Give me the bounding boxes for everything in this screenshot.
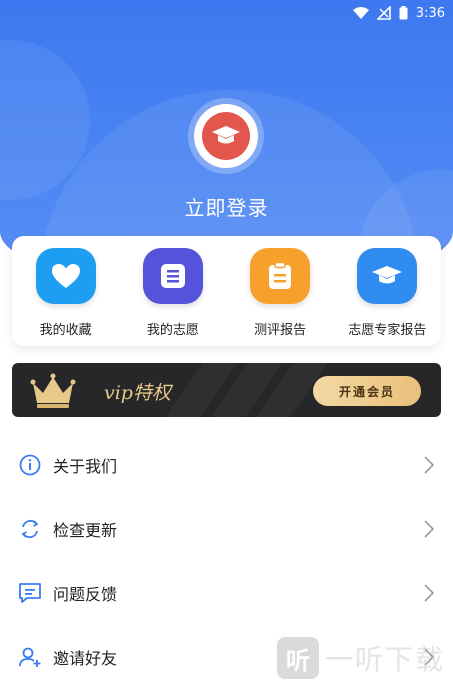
battery-icon xyxy=(399,6,408,20)
menu-item-label: 检查更新 xyxy=(53,521,118,540)
avatar[interactable] xyxy=(194,104,258,168)
chevron-right-icon xyxy=(424,584,435,602)
login-link[interactable]: 立即登录 xyxy=(0,192,453,221)
menu-item-about-us[interactable]: 关于我们 xyxy=(0,433,453,497)
refresh-icon xyxy=(18,517,42,541)
quick-action-label: 我的志愿 xyxy=(146,323,199,338)
graduation-cap-icon xyxy=(357,248,418,304)
quick-action-my-choices[interactable]: 我的志愿 xyxy=(123,248,223,338)
quick-action-expert-report[interactable]: 志愿专家报告 xyxy=(337,248,437,338)
watermark-logo: 听 xyxy=(276,637,319,679)
heart-icon xyxy=(35,248,96,304)
signal-off-icon xyxy=(376,6,391,20)
graduation-cap-icon xyxy=(202,112,250,160)
menu-item-feedback[interactable]: 问题反馈 xyxy=(0,561,453,625)
crown-icon xyxy=(30,373,76,408)
quick-actions-card: 我的收藏 我的志愿 测评报告 志愿专家报告 xyxy=(12,236,441,346)
menu-item-label: 关于我们 xyxy=(53,457,118,476)
menu-item-label: 问题反馈 xyxy=(53,585,118,604)
quick-action-label: 我的收藏 xyxy=(39,323,92,338)
status-bar: 3:36 xyxy=(352,4,445,22)
info-icon xyxy=(18,453,42,477)
quick-action-label: 志愿专家报告 xyxy=(348,323,427,338)
user-plus-icon xyxy=(18,645,42,669)
chevron-right-icon xyxy=(424,456,435,474)
watermark-text: 一听下载 xyxy=(324,643,445,676)
chevron-right-icon xyxy=(424,520,435,538)
open-membership-button[interactable]: 开通会员 xyxy=(313,376,421,406)
menu-item-check-update[interactable]: 检查更新 xyxy=(0,497,453,561)
quick-action-label: 测评报告 xyxy=(254,323,307,338)
quick-action-favorites[interactable]: 我的收藏 xyxy=(16,248,116,338)
list-icon xyxy=(142,248,203,304)
clipboard-icon xyxy=(250,248,311,304)
vip-banner[interactable]: vip特权 开通会员 xyxy=(12,363,441,417)
watermark: 听 一听下载 xyxy=(276,637,445,679)
wifi-icon xyxy=(352,7,369,19)
feedback-icon xyxy=(18,581,42,605)
quick-action-assessment[interactable]: 测评报告 xyxy=(230,248,330,338)
status-time: 3:36 xyxy=(415,5,445,21)
vip-title: vip特权 xyxy=(104,382,171,404)
